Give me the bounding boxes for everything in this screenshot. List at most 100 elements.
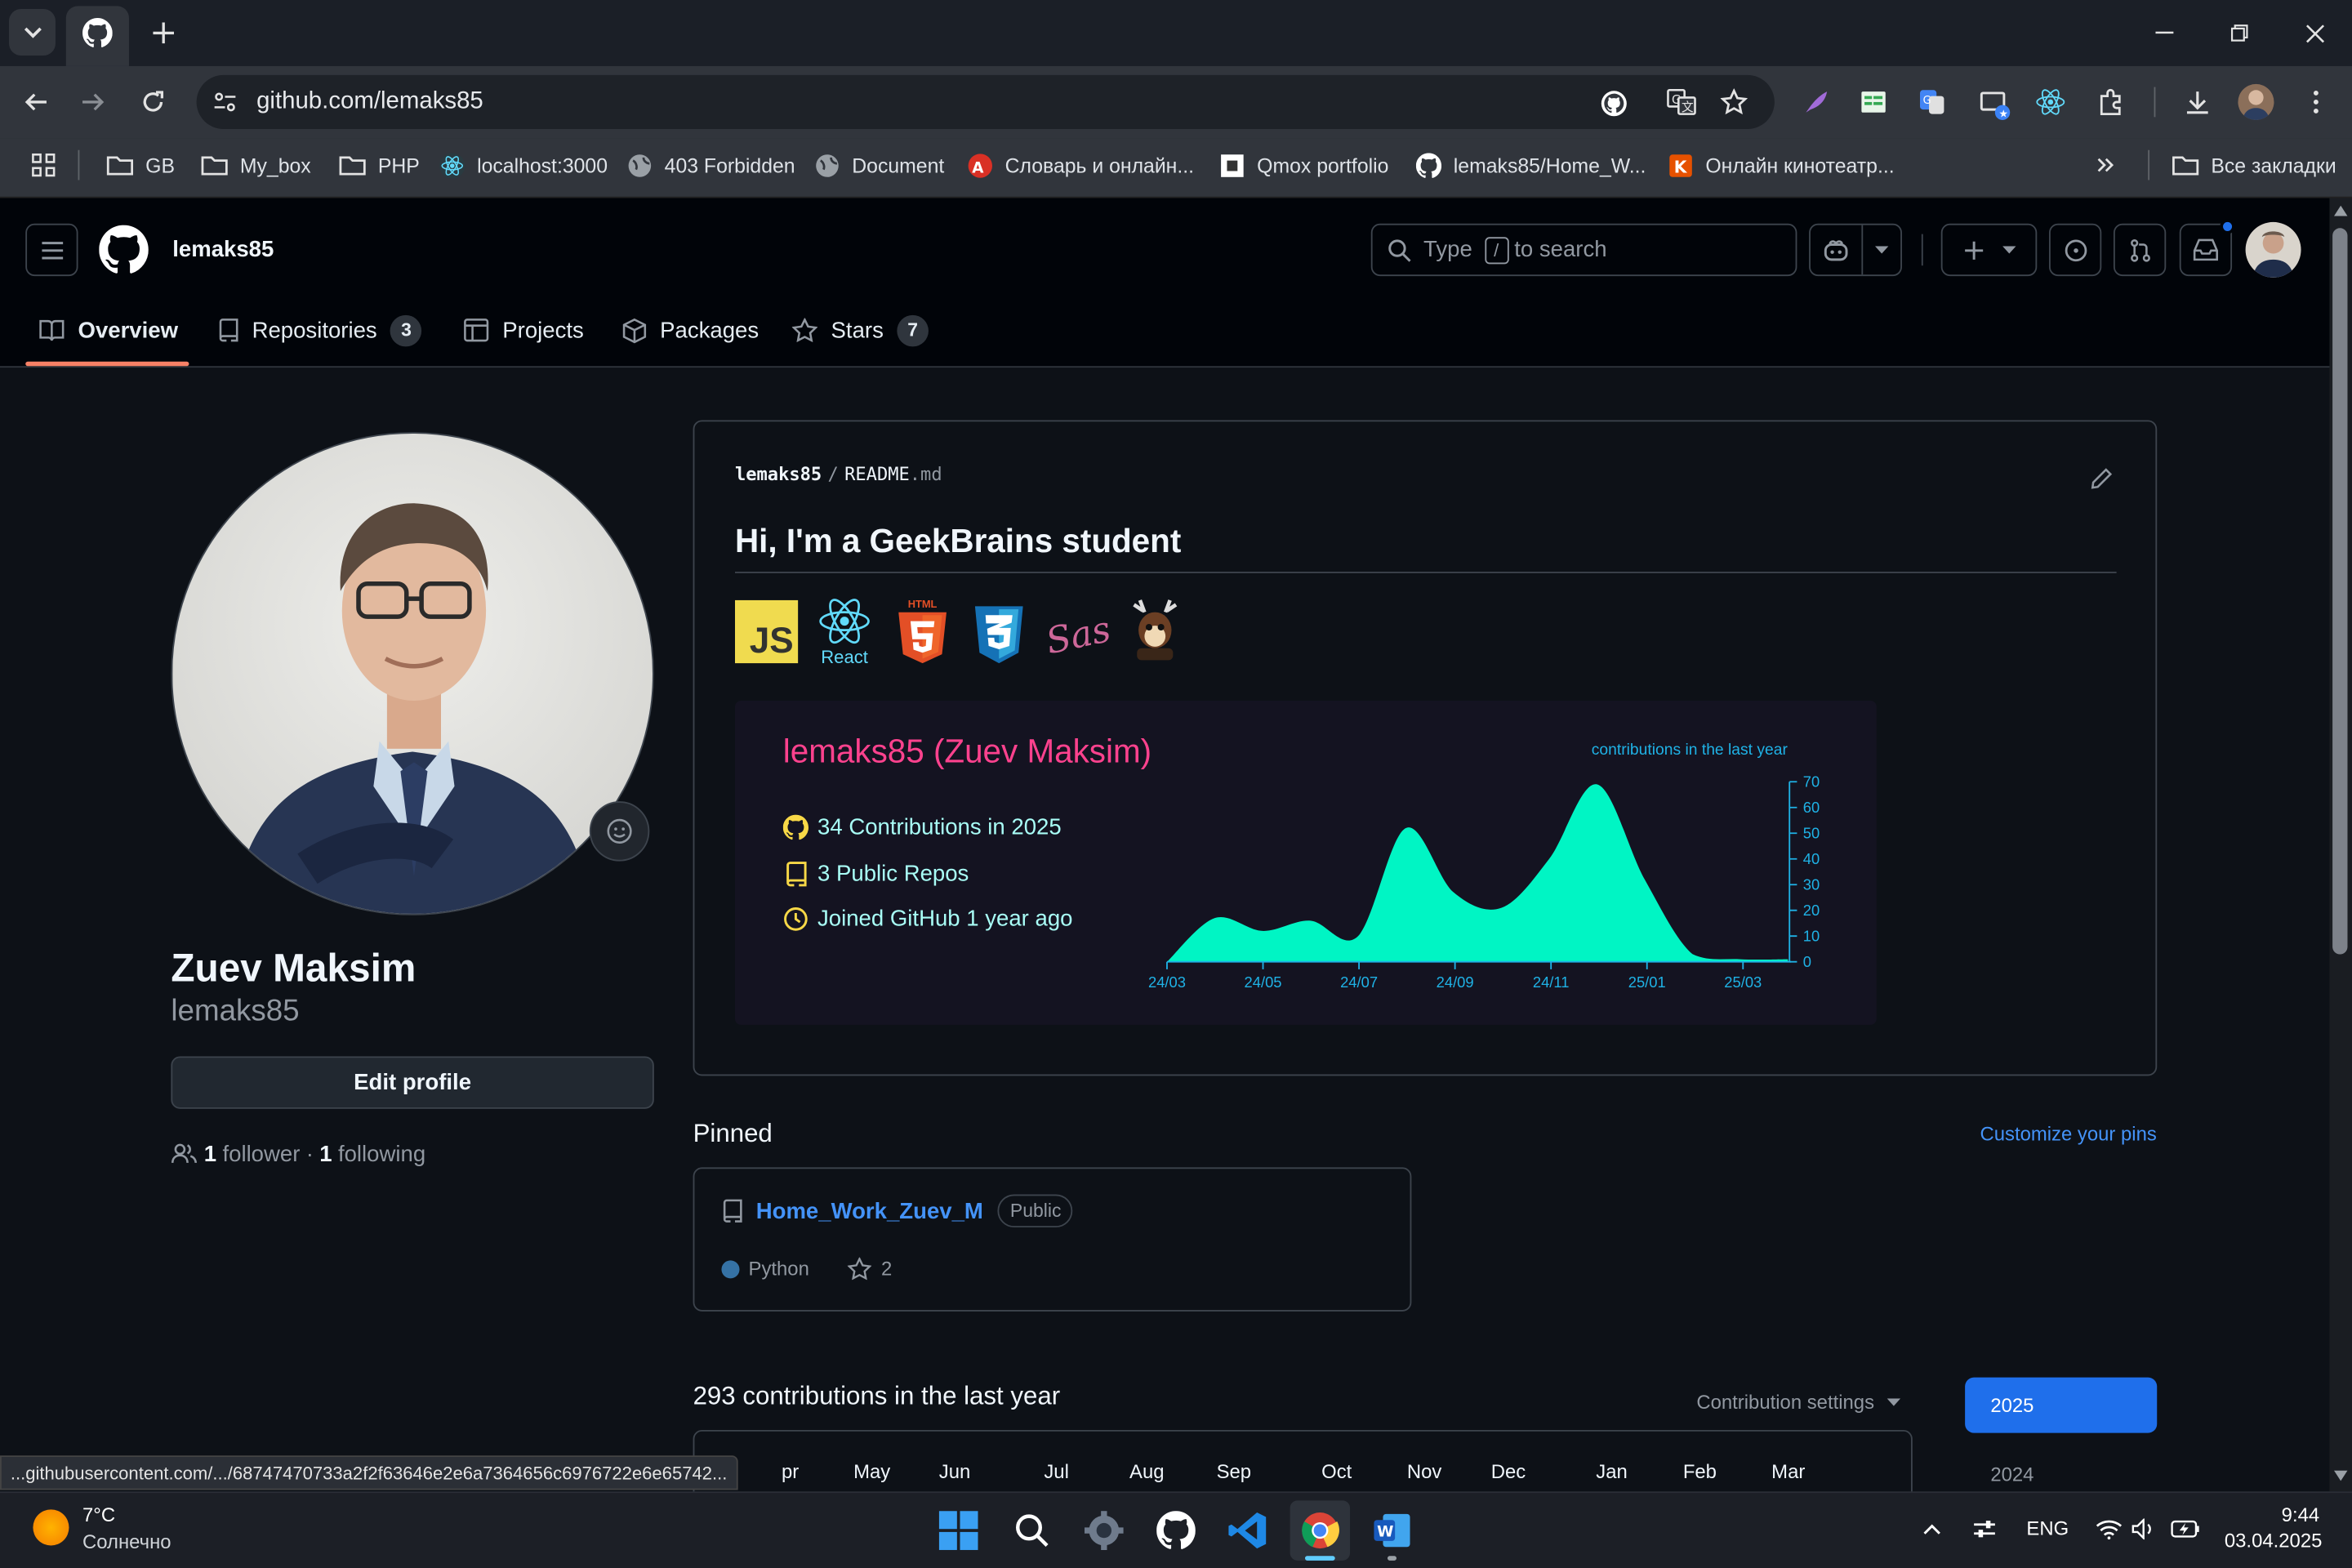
browser-menu-kebab-icon[interactable] xyxy=(2302,86,2329,118)
following-label[interactable]: following xyxy=(338,1141,425,1166)
header-username-link[interactable]: lemaks85 xyxy=(172,237,274,262)
create-new-button[interactable] xyxy=(1940,223,2038,277)
edit-profile-button[interactable]: Edit profile xyxy=(171,1056,654,1109)
vscode-icon[interactable] xyxy=(1218,1500,1277,1560)
followers-label[interactable]: follower xyxy=(222,1141,300,1166)
minimize-icon[interactable] xyxy=(2145,15,2185,51)
github-desktop-icon[interactable] xyxy=(1146,1500,1205,1560)
calendar-month-label: Dec xyxy=(1490,1459,1526,1483)
all-bookmarks-button[interactable]: Все закладки xyxy=(2172,150,2336,180)
weather-condition[interactable]: Солнечно xyxy=(82,1530,172,1553)
bookmark-dictionary[interactable]: A Словарь и онлайн... xyxy=(968,150,1194,180)
windows-start-icon[interactable] xyxy=(929,1500,988,1560)
github-extension-icon[interactable] xyxy=(1597,87,1630,120)
settings-gear-icon[interactable] xyxy=(1074,1500,1134,1560)
sheets-extension-icon[interactable] xyxy=(1857,86,1890,118)
pinned-repo-stars[interactable]: 2 xyxy=(881,1258,892,1281)
react-logo[interactable]: React xyxy=(814,597,874,668)
reload-icon[interactable] xyxy=(135,84,171,120)
apps-grid-icon[interactable] xyxy=(27,149,60,181)
bookmark-qmox-portfolio[interactable]: Qmox portfolio xyxy=(1219,150,1388,180)
tab-overview[interactable]: Overview xyxy=(39,309,178,350)
set-status-button[interactable] xyxy=(589,801,650,862)
readme-heading-rule xyxy=(735,572,2117,573)
github-logo-icon[interactable] xyxy=(99,225,149,275)
tab-projects[interactable]: Projects xyxy=(464,309,584,350)
chrome-icon[interactable] xyxy=(1290,1500,1351,1561)
pinned-repo-name-link[interactable]: Home_Work_Zuev_M xyxy=(756,1198,983,1223)
bookmark-localhost[interactable]: localhost:3000 xyxy=(439,150,608,180)
react-devtools-icon[interactable] xyxy=(2034,86,2067,118)
taskbar-search-icon[interactable] xyxy=(1002,1500,1062,1560)
bookmark-folder-php[interactable]: PHP xyxy=(339,150,420,180)
customize-pins-link[interactable]: Customize your pins xyxy=(1980,1122,2156,1145)
wifi-icon[interactable] xyxy=(2094,1514,2124,1544)
book-icon xyxy=(39,319,65,341)
bookmark-online-cinema[interactable]: K Онлайн кинотеатр... xyxy=(1668,150,1895,180)
feather-extension-icon[interactable] xyxy=(1800,86,1833,118)
edit-readme-pencil-icon[interactable] xyxy=(2085,462,2118,495)
pinned-repo-card xyxy=(693,1167,1412,1312)
readme-owner[interactable]: lemaks85 xyxy=(735,464,822,485)
clock-time[interactable]: 9:44 xyxy=(2282,1503,2319,1526)
weather-temperature[interactable]: 7°C xyxy=(82,1503,115,1526)
followers-count[interactable]: 1 xyxy=(204,1141,216,1166)
browser-profile-avatar[interactable] xyxy=(2238,83,2274,120)
bookmark-document[interactable]: Document xyxy=(814,150,944,180)
bookmark-folder-my-box[interactable]: My_box xyxy=(201,150,311,180)
back-arrow-icon[interactable] xyxy=(18,84,54,120)
year-button-2025[interactable]: 2025 xyxy=(1965,1377,2158,1433)
scroll-down-arrow-icon[interactable] xyxy=(2333,1470,2348,1483)
bookmark-star-icon[interactable] xyxy=(1717,86,1750,118)
hamburger-menu-button[interactable] xyxy=(25,223,78,277)
forward-arrow-icon[interactable] xyxy=(75,84,111,120)
copilot-button[interactable] xyxy=(1809,223,1902,277)
tab-strip xyxy=(0,0,2352,66)
scrollbar-thumb[interactable] xyxy=(2332,228,2348,955)
clock-date[interactable]: 03.04.2025 xyxy=(2225,1529,2323,1552)
bookmark-label: GB xyxy=(145,154,176,176)
tab-stars[interactable]: Stars 7 xyxy=(791,309,929,350)
site-settings-icon[interactable] xyxy=(210,87,240,118)
bookmark-403-forbidden[interactable]: 403 Forbidden xyxy=(627,150,795,180)
css3-logo[interactable] xyxy=(974,606,1023,664)
tab-repositories[interactable]: Repositories 3 xyxy=(217,309,422,350)
extensions-puzzle-icon[interactable] xyxy=(2094,86,2127,118)
readme-file[interactable]: README xyxy=(844,464,910,485)
bookmarks-overflow-chevron-icon[interactable] xyxy=(2091,150,2121,180)
bookmark-label: 403 Forbidden xyxy=(664,154,795,176)
deer-mascot-logo[interactable] xyxy=(1128,597,1182,663)
restore-icon[interactable] xyxy=(2220,15,2259,51)
search-input[interactable]: Type / to search xyxy=(1370,223,1797,277)
plus-icon xyxy=(1964,240,1983,259)
bookmark-github-home-work[interactable]: lemaks85/Home_W... xyxy=(1415,150,1646,180)
bookmark-folder-gb[interactable]: GB xyxy=(106,150,175,180)
close-window-icon[interactable] xyxy=(2295,15,2334,51)
download-icon[interactable] xyxy=(2181,86,2214,118)
translate-icon[interactable]: G文 xyxy=(1665,86,1698,118)
battery-charging-icon[interactable] xyxy=(2169,1514,2202,1544)
word-icon[interactable]: W xyxy=(1362,1500,1422,1560)
javascript-logo[interactable]: JS xyxy=(735,599,799,664)
tray-chevron-up-icon[interactable] xyxy=(1917,1516,1947,1543)
stats-joined-text: Joined GitHub 1 year ago xyxy=(817,906,1073,932)
contribution-settings-dropdown[interactable]: Contribution settings xyxy=(1696,1391,1900,1414)
tray-sliders-icon[interactable] xyxy=(1968,1512,2001,1545)
html5-logo[interactable]: HTML xyxy=(897,600,947,664)
year-button-2024[interactable]: 2024 xyxy=(1990,1463,2034,1486)
new-tab-plus-icon[interactable] xyxy=(147,16,180,49)
scroll-up-arrow-icon[interactable] xyxy=(2333,205,2348,218)
dictionary-icon: A xyxy=(968,153,993,177)
input-language[interactable]: ENG xyxy=(2026,1517,2069,1540)
user-avatar[interactable] xyxy=(2245,221,2301,278)
volume-icon[interactable] xyxy=(2130,1514,2160,1544)
screen-share-extension-icon[interactable]: ★ xyxy=(1977,86,2013,125)
tab-packages[interactable]: Packages xyxy=(622,309,759,350)
following-count[interactable]: 1 xyxy=(319,1141,332,1166)
google-translate-extension-icon[interactable]: G xyxy=(1916,86,1949,118)
pull-requests-button[interactable] xyxy=(2113,223,2167,277)
sass-logo[interactable]: Sass xyxy=(1044,604,1110,663)
issues-button[interactable] xyxy=(2048,223,2102,277)
weather-sun-icon[interactable] xyxy=(33,1509,69,1546)
tab-search-chevron-icon[interactable] xyxy=(9,9,56,56)
